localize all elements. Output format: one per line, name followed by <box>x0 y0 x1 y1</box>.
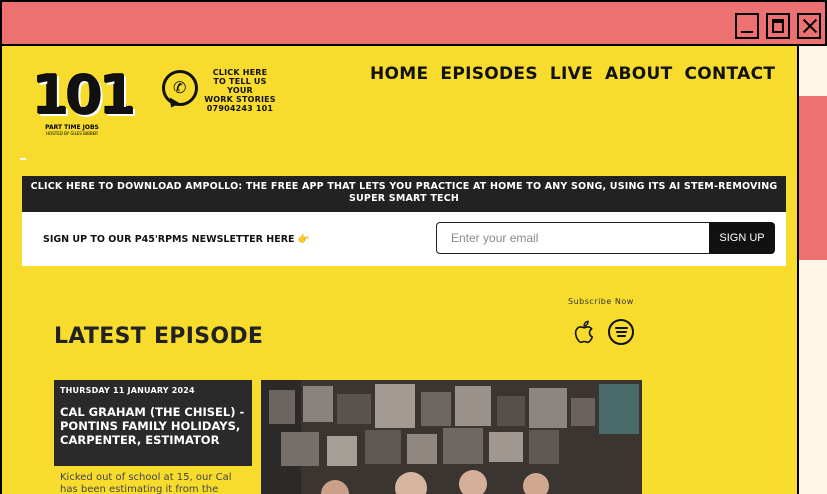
cta-line: 07904243 101 <box>206 104 274 113</box>
newsletter-bar: SIGN UP TO OUR P45'RPMS NEWSLETTER HERE … <box>22 212 786 266</box>
minimize-icon[interactable] <box>735 13 759 39</box>
logo-number: 101 <box>32 64 137 127</box>
logo-tagline: HOSTED BY GILES BIBBER <box>46 131 98 136</box>
signup-button[interactable]: SIGN UP <box>709 222 775 254</box>
cta-line: TO TELL US YOUR <box>213 77 267 95</box>
cta-line: CLICK HERE <box>212 68 268 77</box>
episode-description: Kicked out of school at 15, our Cal has … <box>60 472 232 494</box>
cta-line: WORK STORIES <box>204 95 276 104</box>
nav-home[interactable]: HOME <box>370 64 428 84</box>
episode-card[interactable]: THURSDAY 11 JANUARY 2024 CAL GRAHAM (THE… <box>54 380 252 466</box>
window-titlebar <box>0 0 827 46</box>
newsletter-label: SIGN UP TO OUR P45'RPMS NEWSLETTER HERE … <box>43 234 310 245</box>
nav-about[interactable]: ABOUT <box>605 64 672 84</box>
ampollo-promo-banner[interactable]: CLICK HERE TO DOWNLOAD AMPOLLO: THE FREE… <box>22 176 786 212</box>
whatsapp-cta-link[interactable]: CLICK HERE TO TELL US YOUR WORK STORIES … <box>200 68 280 113</box>
episode-title[interactable]: CAL GRAHAM (THE CHISEL) - PONTINS FAMILY… <box>60 405 246 447</box>
apple-podcasts-icon[interactable] <box>573 318 597 346</box>
spotify-icon[interactable] <box>608 319 634 345</box>
nav-contact[interactable]: CONTACT <box>685 64 776 84</box>
close-icon[interactable] <box>797 13 821 39</box>
main-nav: HOME EPISODES LIVE ABOUT CONTACT <box>370 64 775 84</box>
newsletter-label-text: SIGN UP TO OUR P45'RPMS NEWSLETTER HERE <box>43 234 295 245</box>
pointing-hand-icon: 👉 <box>297 234 310 245</box>
page-viewport: 101 PART TIME JOBS HOSTED BY GILES BIBBE… <box>0 44 799 494</box>
latest-episode-heading: LATEST EPISODE <box>54 324 264 349</box>
maximize-icon[interactable] <box>766 13 790 39</box>
nav-episodes[interactable]: EPISODES <box>440 64 537 84</box>
nav-live[interactable]: LIVE <box>550 64 593 84</box>
episode-photo[interactable] <box>261 380 642 494</box>
episode-date: THURSDAY 11 JANUARY 2024 <box>60 386 195 395</box>
scrollbar-thumb[interactable] <box>799 96 827 260</box>
email-field[interactable] <box>436 222 710 254</box>
site-logo[interactable]: 101 PART TIME JOBS HOSTED BY GILES BIBBE… <box>32 64 137 137</box>
divider <box>20 158 26 160</box>
whatsapp-icon[interactable]: ✆ <box>162 70 198 106</box>
subscribe-label: Subscribe Now <box>568 297 634 306</box>
